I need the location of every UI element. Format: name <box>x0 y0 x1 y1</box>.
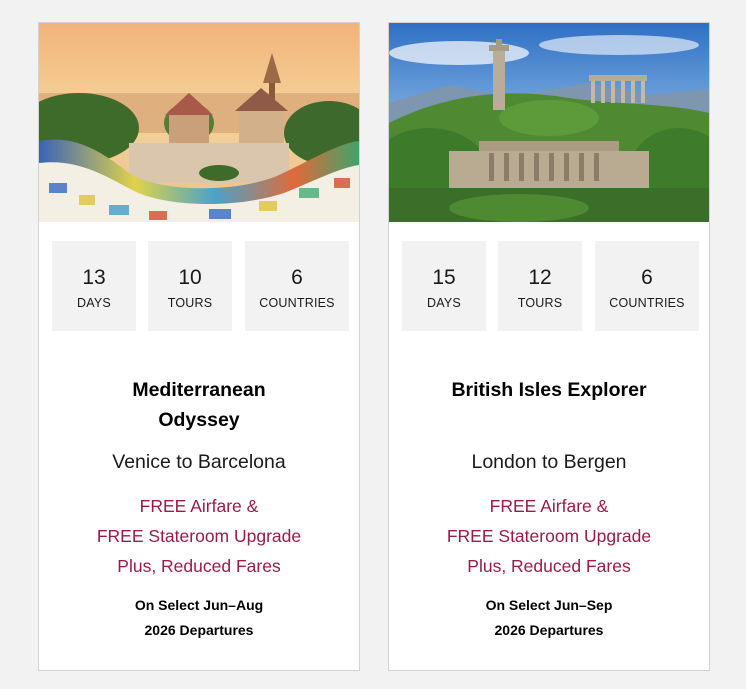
promo-offer: FREE Airfare & FREE Stateroom Upgrade Pl… <box>389 491 709 581</box>
departures-line1: On Select Jun–Sep <box>485 597 613 613</box>
tour-card-british-isles-explorer[interactable]: 15 DAYS 12 TOURS 6 COUNTRIES British Isl… <box>388 22 710 671</box>
promo-line-fares: Plus, Reduced Fares <box>117 556 281 576</box>
promo-line-upgrade: FREE Stateroom Upgrade <box>96 526 302 546</box>
departures-line2: 2026 Departures <box>144 622 254 638</box>
departures-note: On Select Jun–Sep 2026 Departures <box>389 593 709 643</box>
stat-countries: 6 COUNTRIES <box>595 241 699 331</box>
tour-title-line1: British Isles Explorer <box>451 379 647 401</box>
stat-days: 13 DAYS <box>52 241 136 331</box>
stat-countries: 6 COUNTRIES <box>245 241 349 331</box>
departures-line2: 2026 Departures <box>494 622 604 638</box>
tour-title[interactable]: Mediterranean Odyssey <box>99 375 299 435</box>
departures-note: On Select Jun–Aug 2026 Departures <box>39 593 359 643</box>
promo-offer: FREE Airfare & FREE Stateroom Upgrade Pl… <box>39 491 359 581</box>
countries-label: COUNTRIES <box>609 296 685 310</box>
promo-line-fares: Plus, Reduced Fares <box>467 556 631 576</box>
tours-label: TOURS <box>517 296 563 310</box>
countries-count: 6 <box>641 266 653 289</box>
days-label: DAYS <box>77 296 111 310</box>
stat-tours: 12 TOURS <box>498 241 582 331</box>
tour-photo[interactable] <box>389 23 709 222</box>
tour-title[interactable]: British Isles Explorer <box>409 375 689 405</box>
stat-days: 15 DAYS <box>402 241 486 331</box>
promo-line-upgrade: FREE Stateroom Upgrade <box>446 526 652 546</box>
tour-title-line2: Odyssey <box>158 409 240 431</box>
countries-label: COUNTRIES <box>259 296 335 310</box>
stat-tours: 10 TOURS <box>148 241 232 331</box>
departures-line1: On Select Jun–Aug <box>134 597 264 613</box>
tour-title-line1: Mediterranean <box>132 379 266 401</box>
trip-stats: 13 DAYS 10 TOURS 6 COUNTRIES <box>52 241 349 331</box>
days-count: 13 <box>82 266 106 289</box>
tours-label: TOURS <box>167 296 213 310</box>
tour-card-mediterranean-odyssey[interactable]: 13 DAYS 10 TOURS 6 COUNTRIES Mediterrane… <box>38 22 360 671</box>
promo-line-airfare: FREE Airfare & <box>489 496 609 516</box>
tour-route: London to Bergen <box>471 451 627 473</box>
tours-count: 12 <box>528 266 552 289</box>
days-label: DAYS <box>427 296 461 310</box>
tour-route: Venice to Barcelona <box>112 451 286 473</box>
promo-line-airfare: FREE Airfare & <box>139 496 259 516</box>
tour-photo[interactable] <box>39 23 359 222</box>
days-count: 15 <box>432 266 456 289</box>
countries-count: 6 <box>291 266 303 289</box>
tours-count: 10 <box>178 266 202 289</box>
trip-stats: 15 DAYS 12 TOURS 6 COUNTRIES <box>402 241 699 331</box>
